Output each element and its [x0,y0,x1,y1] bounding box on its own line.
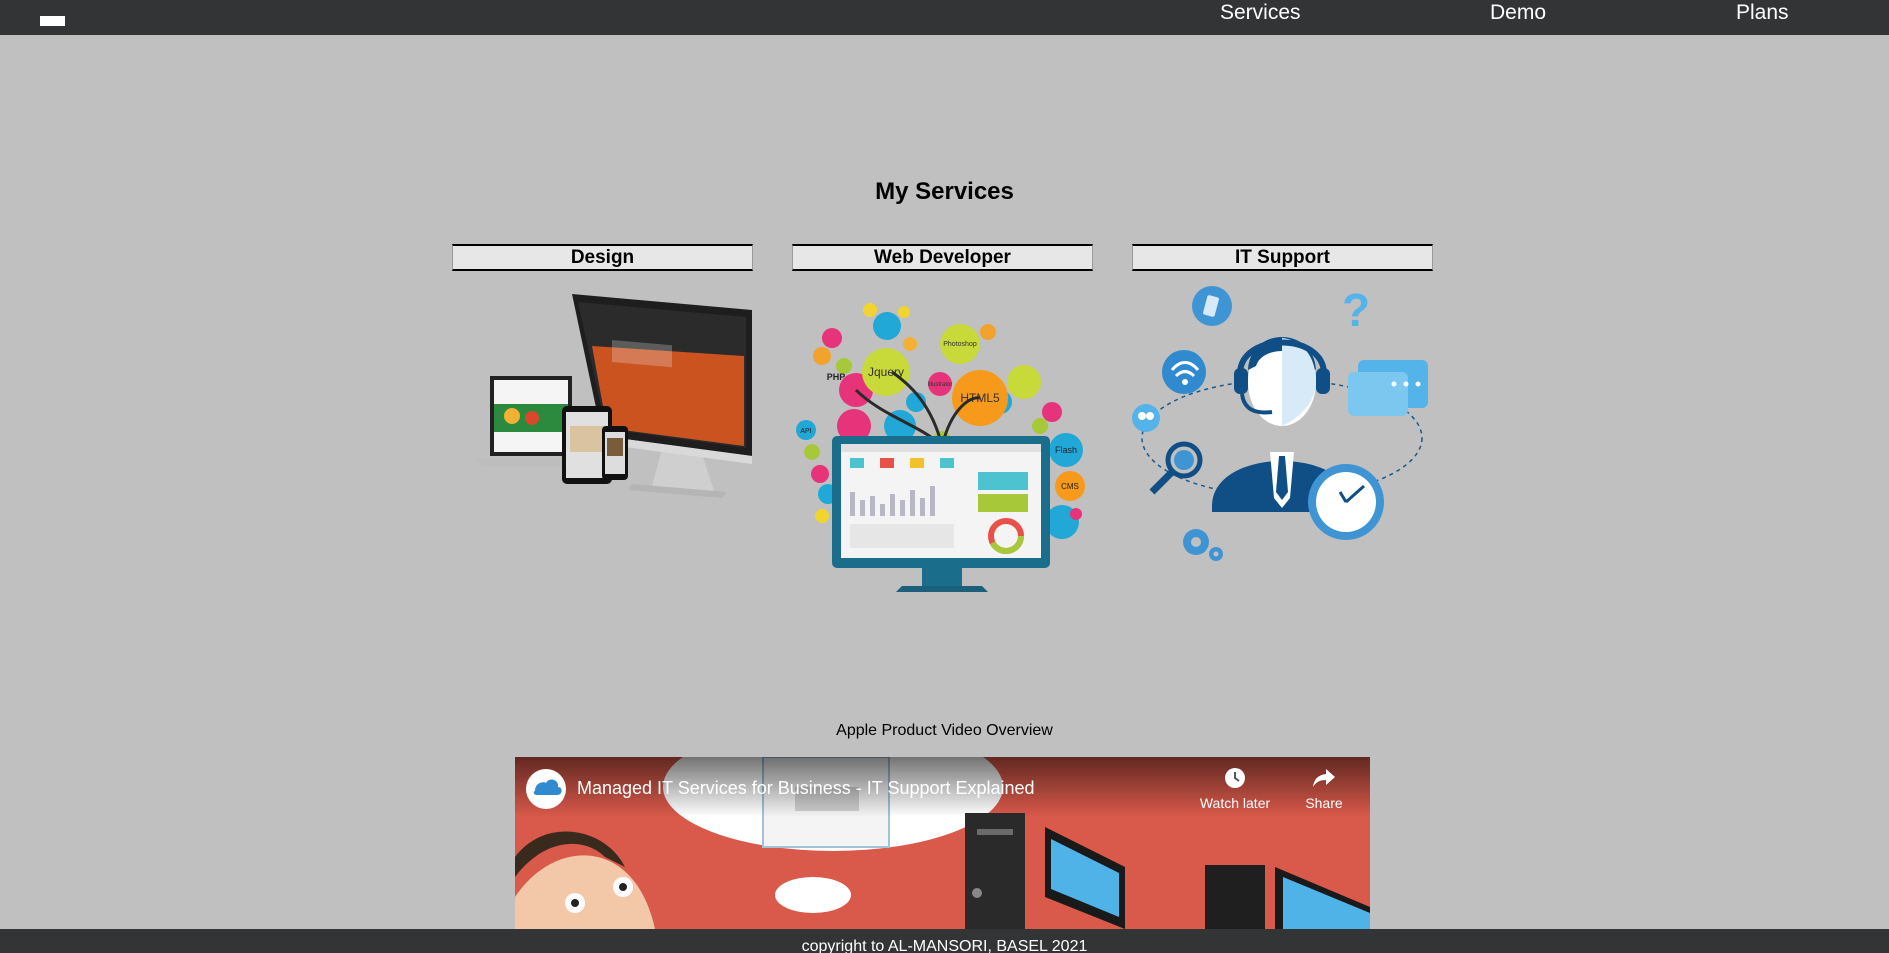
service-label-design: Design [452,244,753,271]
service-label-web-developer: Web Developer [792,244,1093,271]
phone-graphic [602,426,628,480]
watch-later-label: Watch later [1199,795,1271,811]
services-heading: My Services [875,178,1014,205]
nav-link-plans[interactable]: Plans [1736,1,1789,25]
dashboard-monitor [832,436,1050,592]
copyright-text: copyright to AL-MANSORI, BASEL 2021 [801,938,1088,953]
share-button[interactable]: Share [1279,767,1369,811]
video-title[interactable]: Managed IT Services for Business - IT Su… [577,778,1035,799]
web-developer-image: PHP Jquery HTML5 Photoshop Illustrator A… [796,303,1085,592]
bubble-photoshop: Photoshop [943,341,977,348]
bubble-cms: CMS [1061,482,1079,491]
nav-link-demo[interactable]: Demo [1490,1,1546,25]
top-navbar: Services Demo Plans [0,0,1889,35]
menu-toggle-icon[interactable] [40,16,65,26]
video-caption: Apple Product Video Overview [836,722,1053,739]
share-arrow-icon [1313,769,1335,787]
clock-icon [1225,768,1245,788]
bubble-illustrator: Illustrator [928,382,953,388]
share-label: Share [1305,795,1343,811]
design-devices-image [474,294,752,498]
footer: copyright to AL-MANSORI, BASEL 2021 [0,929,1889,953]
service-label-it-support: IT Support [1132,244,1433,271]
svg-text:?: ? [1342,286,1370,336]
bubble-flash: Flash [1055,445,1077,455]
bubble-php: PHP [827,372,846,382]
bubble-api: API [800,428,811,435]
video-player[interactable]: Managed IT Services for Business - IT Su… [515,757,1370,929]
nav-link-services[interactable]: Services [1220,1,1301,25]
watch-later-button[interactable]: Watch later [1190,767,1280,811]
it-support-image: ? [1132,286,1428,561]
